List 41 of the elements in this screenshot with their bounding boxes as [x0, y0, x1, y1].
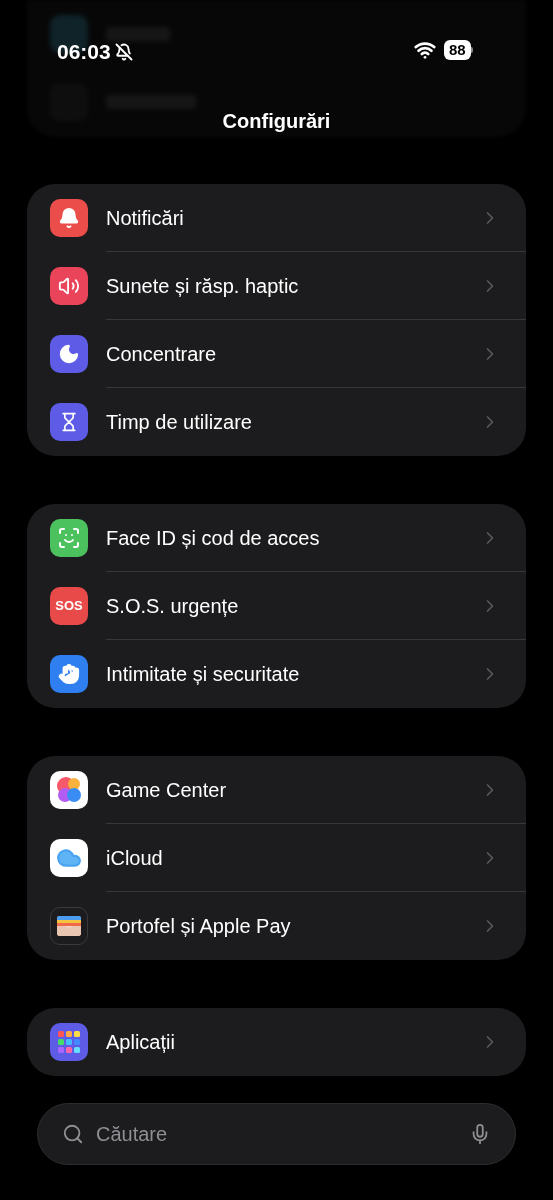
settings-row[interactable]: Portofel și Apple Pay: [27, 892, 526, 960]
row-label: Sunete și răsp. haptic: [106, 273, 300, 299]
hourglass-app-icon: [50, 403, 88, 441]
settings-row[interactable]: iCloud: [27, 824, 526, 892]
page-title: Configurări: [222, 109, 331, 134]
row-label: Game Center: [106, 777, 228, 803]
settings-row[interactable]: Concentrare: [27, 320, 526, 388]
row-label: Face ID și cod de acces: [106, 525, 321, 551]
settings-row[interactable]: Notificări: [27, 184, 526, 252]
row-label: Timp de utilizare: [106, 410, 253, 435]
row-label: S.O.S. urgențe: [106, 593, 240, 619]
moon-app-icon: [50, 335, 88, 373]
settings-row[interactable]: Sunete și răsp. haptic: [27, 252, 526, 320]
hand-app-icon: [50, 655, 88, 693]
bell-off-icon: [114, 42, 133, 61]
speaker-app-icon: [50, 267, 88, 305]
bell-app-icon: [50, 199, 88, 237]
row-label: Intimitate și securitate: [106, 662, 301, 687]
row-label: Aplicații: [106, 1030, 176, 1055]
row-label: Portofel și Apple Pay: [106, 914, 292, 939]
settings-row[interactable]: SOS S.O.S. urgențe: [27, 572, 526, 640]
row-label: Notificări: [106, 205, 185, 231]
row-label: Concentrare: [106, 341, 218, 367]
wallet-app-icon: [50, 907, 88, 945]
search-field[interactable]: Căutare: [37, 1103, 516, 1165]
search-input[interactable]: Căutare: [96, 1119, 457, 1149]
face-scan-app-icon: [50, 519, 88, 557]
grid-app-icon: [50, 1023, 88, 1061]
bubbles-app-icon: [50, 771, 88, 809]
status-time: 06:03: [57, 39, 111, 65]
settings-row[interactable]: Intimitate și securitate: [27, 640, 526, 708]
settings-row[interactable]: Aplicații: [27, 1008, 526, 1076]
cloud-app-icon: [50, 839, 88, 877]
wifi-icon: [414, 39, 436, 61]
settings-row[interactable]: Face ID și cod de acces: [27, 504, 526, 572]
settings-row[interactable]: Game Center: [27, 756, 526, 824]
row-label: iCloud: [106, 845, 164, 871]
sos-app-icon: SOS: [50, 587, 88, 625]
battery-icon: 88: [444, 40, 473, 60]
settings-row[interactable]: Timp de utilizare: [27, 388, 526, 456]
search-icon: [62, 1123, 84, 1145]
